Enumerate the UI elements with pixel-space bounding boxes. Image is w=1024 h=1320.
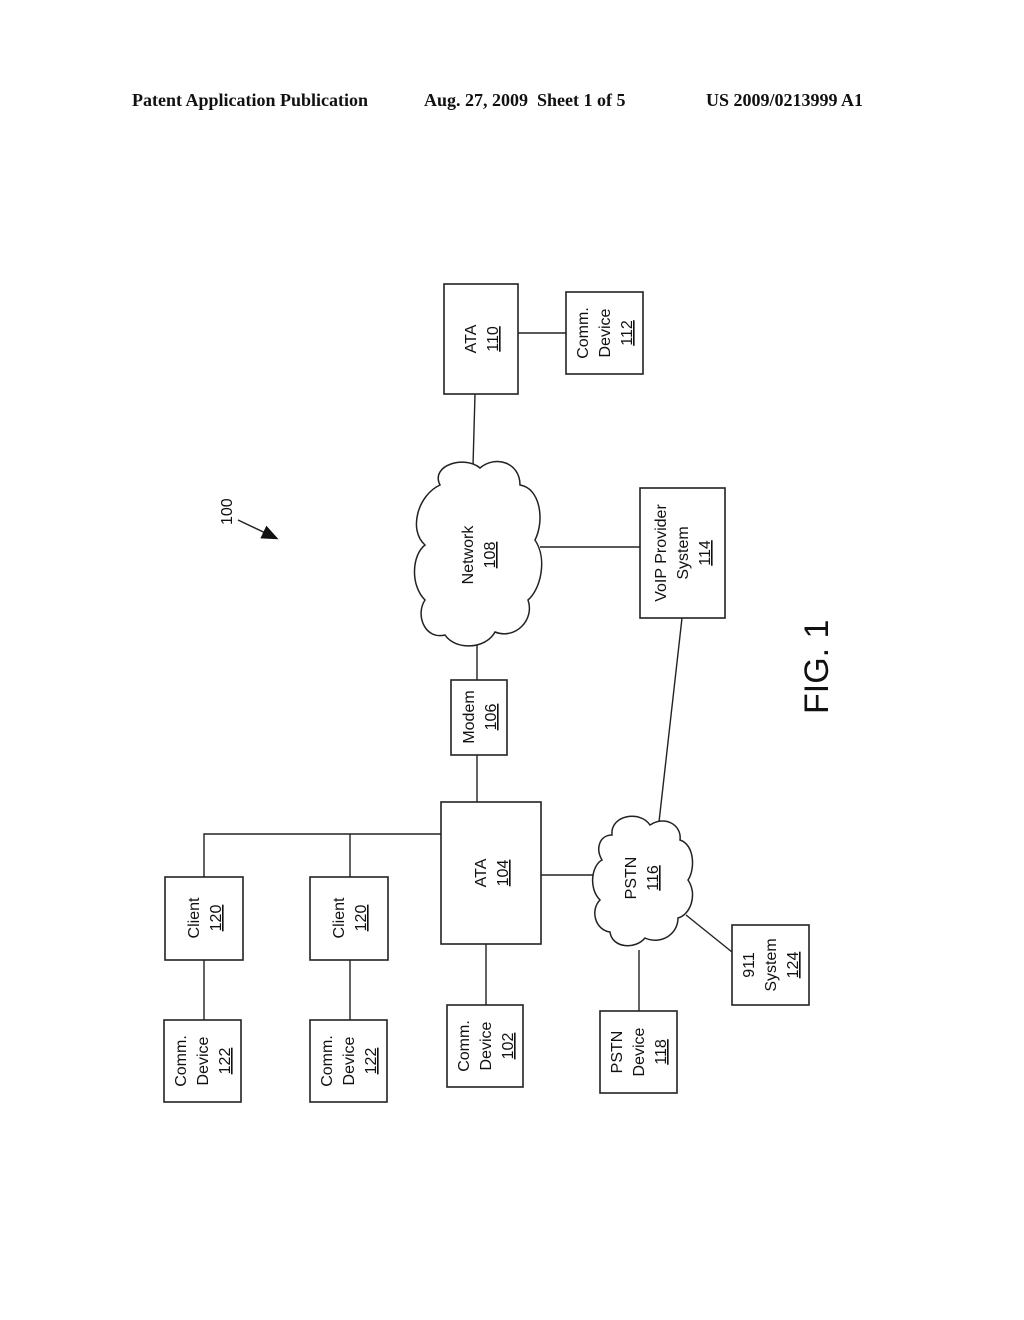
node-ref-number: 102 [500, 1033, 517, 1060]
node-name-line: Comm. [173, 1035, 190, 1087]
node-name-line: System [763, 938, 780, 991]
node-ref-number: 112 [619, 320, 636, 346]
link-ata104-clients-bus [203, 833, 441, 877]
node-ref-number: 124 [785, 952, 802, 979]
node-name-line: Device [341, 1036, 358, 1085]
client-120-a-box [164, 876, 244, 961]
node-name-line: 911 [741, 952, 758, 978]
node-ref-number: 120 [353, 905, 370, 932]
node-ref-number: 118 [653, 1039, 670, 1065]
node-name-line: Modem [461, 690, 478, 743]
node-name-line: Device [597, 308, 614, 357]
node-name-line: PSTN [623, 857, 640, 900]
figure-ref-number: 100 [219, 498, 236, 525]
node-name-line: Network [460, 525, 477, 585]
node-ref-number: 122 [217, 1048, 234, 1075]
node-ref-number: 110 [485, 326, 502, 352]
node-name-line: Client [186, 897, 203, 938]
node-ref-number: 106 [483, 704, 500, 731]
node-name-line: Client [331, 897, 348, 938]
node-name-line: Device [478, 1021, 495, 1070]
node-ref-number: 114 [697, 540, 714, 566]
node-name-line: VoIP Provider [653, 504, 670, 602]
client-120-b-box [309, 876, 389, 961]
node-ref-number: 108 [482, 542, 499, 569]
ata-104-box [440, 801, 542, 945]
node-name-line: Comm. [575, 307, 592, 359]
pstn-116-cloud [591, 815, 694, 947]
node-ref-number: 104 [495, 860, 512, 887]
link-pstn116-sys124 [685, 914, 733, 953]
figure-reference: 100 [219, 498, 279, 540]
node-name-line: ATA [463, 324, 480, 353]
figure-label: FIG. 1 [798, 620, 836, 714]
node-ref-number: 122 [363, 1048, 380, 1075]
link-ata110-network108 [472, 393, 476, 467]
node-name-line: PSTN [609, 1031, 626, 1074]
node-ref-number: 120 [208, 905, 225, 932]
figure-ref-arrow [237, 519, 279, 540]
node-name-line: Comm. [456, 1020, 473, 1072]
node-name-line: ATA [473, 858, 490, 887]
node-name-line: Comm. [319, 1035, 336, 1087]
node-name-line: Device [195, 1036, 212, 1085]
ata-110-box [443, 283, 519, 395]
node-name-line: System [675, 526, 692, 579]
network-108-cloud [413, 460, 543, 647]
network-diagram: 100 FIG. 1 ATA 110 Comm. Device 112 Network 10… [163, 283, 836, 1103]
node-ref-number: 116 [645, 865, 662, 891]
link-voip114-pstn116 [658, 617, 683, 823]
node-name-line: Device [631, 1027, 648, 1076]
